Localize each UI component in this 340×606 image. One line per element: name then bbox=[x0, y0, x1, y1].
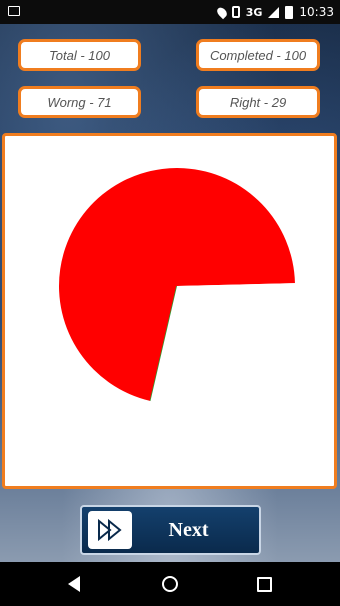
pie-chart bbox=[59, 168, 295, 404]
screenshot-notification-icon bbox=[8, 6, 20, 16]
signal-icon bbox=[268, 6, 280, 18]
battery-icon bbox=[285, 5, 294, 19]
system-nav-bar bbox=[0, 562, 340, 606]
next-button[interactable]: Next bbox=[80, 505, 261, 555]
home-icon[interactable] bbox=[162, 576, 178, 592]
completed-stat: Completed - 100 bbox=[196, 39, 320, 71]
clock: 10:33 bbox=[299, 5, 334, 19]
total-stat: Total - 100 bbox=[18, 39, 141, 71]
network-type: 3G bbox=[245, 5, 263, 19]
right-stat: Right - 29 bbox=[196, 86, 320, 118]
back-icon[interactable] bbox=[68, 576, 80, 592]
next-button-label: Next bbox=[168, 518, 209, 541]
wrong-stat: Worng - 71 bbox=[18, 86, 141, 118]
vibrate-icon bbox=[231, 6, 240, 18]
fast-forward-icon bbox=[88, 511, 132, 549]
location-icon bbox=[215, 5, 229, 19]
result-chart-panel bbox=[2, 133, 337, 489]
status-bar: 3G 10:33 bbox=[0, 0, 340, 24]
recents-icon[interactable] bbox=[257, 577, 272, 592]
